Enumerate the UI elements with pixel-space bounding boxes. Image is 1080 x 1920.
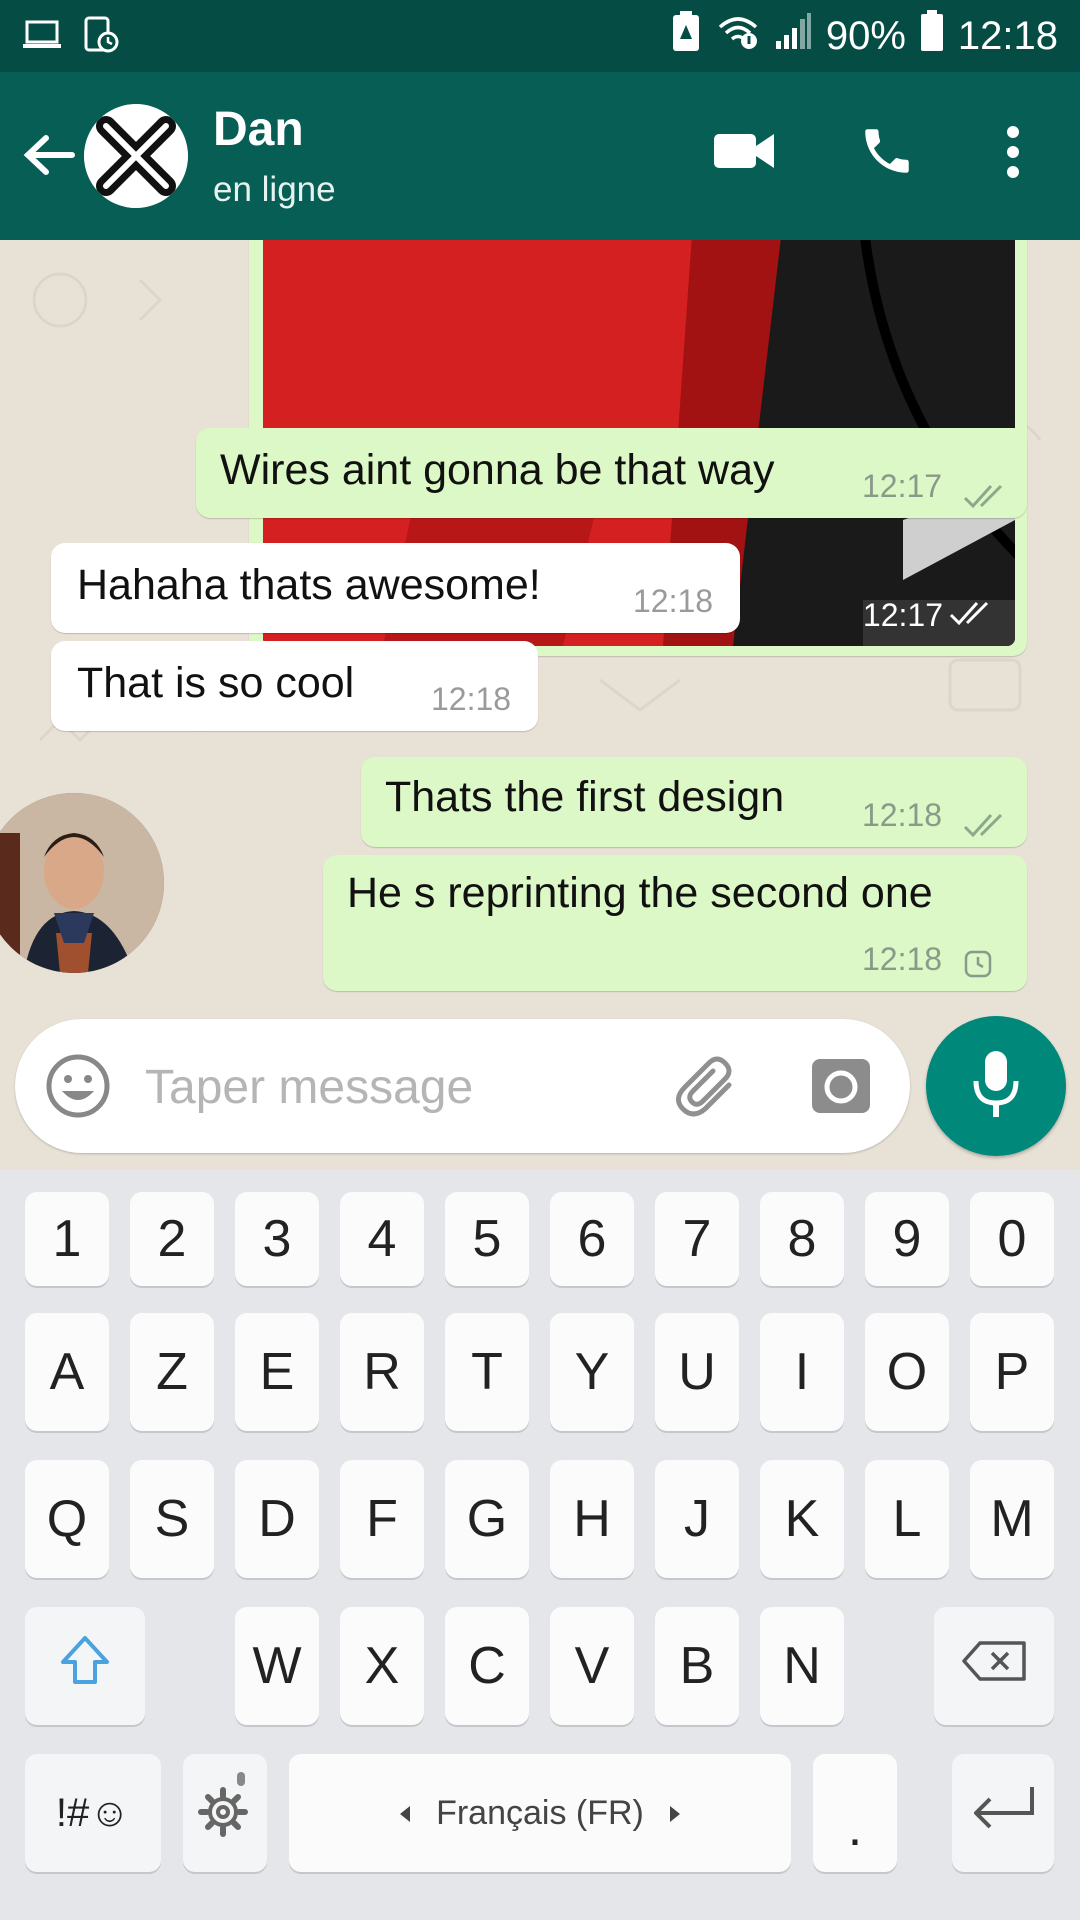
- chevron-left-icon: [398, 1794, 412, 1833]
- key-j[interactable]: J: [655, 1460, 739, 1578]
- key-e[interactable]: E: [235, 1313, 319, 1431]
- settings-key[interactable]: [183, 1754, 267, 1872]
- message-time: 12:17: [862, 468, 943, 504]
- message-text: That is so cool: [77, 659, 355, 707]
- message-time: 12:18: [431, 681, 512, 717]
- enter-key[interactable]: [952, 1754, 1054, 1872]
- key-i[interactable]: I: [760, 1313, 844, 1431]
- message-bubble-incoming[interactable]: Hahaha thats awesome! 12:18: [51, 543, 740, 633]
- period-key[interactable]: .: [813, 1754, 897, 1872]
- key-c[interactable]: C: [445, 1607, 529, 1725]
- key-1[interactable]: 1: [25, 1192, 109, 1286]
- contact-name[interactable]: Dan: [213, 102, 304, 157]
- status-bar: 90% 12:18: [0, 0, 1080, 72]
- message-bubble-outgoing[interactable]: Wires aint gonna be that way 12:17: [196, 428, 1027, 518]
- symbols-key[interactable]: !#☺: [25, 1754, 161, 1872]
- key-n[interactable]: N: [760, 1607, 844, 1725]
- key-z[interactable]: Z: [130, 1313, 214, 1431]
- battery-icon: [920, 10, 944, 62]
- key-a[interactable]: A: [25, 1313, 109, 1431]
- message-bubble-incoming[interactable]: That is so cool 12:18: [51, 641, 538, 731]
- key-9[interactable]: 9: [865, 1192, 949, 1286]
- laptop-icon: [22, 14, 62, 59]
- emoji-icon[interactable]: [45, 1053, 111, 1124]
- more-vert-icon[interactable]: [1002, 122, 1024, 187]
- message-bubble-outgoing[interactable]: He s reprinting the second one 12:18: [323, 855, 1027, 991]
- wifi-icon: [716, 11, 760, 61]
- mic-icon: [971, 1049, 1021, 1124]
- space-key[interactable]: Français (FR): [289, 1754, 791, 1872]
- key-r[interactable]: R: [340, 1313, 424, 1431]
- key-5[interactable]: 5: [445, 1192, 529, 1286]
- key-m[interactable]: M: [970, 1460, 1054, 1578]
- message-time: 12:18: [633, 583, 714, 619]
- message-input[interactable]: [143, 1049, 647, 1125]
- double-check-icon: [963, 472, 1011, 521]
- phone-icon[interactable]: [858, 122, 916, 185]
- key-l[interactable]: L: [865, 1460, 949, 1578]
- return-icon: [968, 1783, 1038, 1844]
- double-check-icon: [949, 599, 997, 632]
- message-text: Wires aint gonna be that way: [220, 446, 775, 494]
- message-time: 12:18: [862, 941, 943, 977]
- key-2[interactable]: 2: [130, 1192, 214, 1286]
- message-time: 12:18: [862, 797, 943, 833]
- message-text: Hahaha thats awesome!: [77, 561, 541, 609]
- chevron-right-icon: [668, 1794, 682, 1833]
- key-8[interactable]: 8: [760, 1192, 844, 1286]
- period-label: .: [847, 1799, 863, 1857]
- backspace-icon: [960, 1636, 1028, 1696]
- key-6[interactable]: 6: [550, 1192, 634, 1286]
- battery-percent: 90%: [825, 13, 906, 58]
- key-g[interactable]: G: [445, 1460, 529, 1578]
- key-w[interactable]: W: [235, 1607, 319, 1725]
- message-text: Thats the first design: [385, 773, 785, 821]
- video-call-icon[interactable]: [712, 124, 776, 181]
- language-label: Français (FR): [436, 1793, 644, 1832]
- key-t[interactable]: T: [445, 1313, 529, 1431]
- gear-icon: [195, 1771, 255, 1855]
- shift-arrow-icon: [57, 1632, 113, 1701]
- contact-avatar[interactable]: [84, 104, 188, 208]
- signal-icon: [774, 11, 812, 61]
- key-v[interactable]: V: [550, 1607, 634, 1725]
- message-bubble-outgoing[interactable]: Thats the first design 12:18: [361, 757, 1027, 847]
- clock-pending-icon: [963, 941, 993, 990]
- key-4[interactable]: 4: [340, 1192, 424, 1286]
- key-b[interactable]: B: [655, 1607, 739, 1725]
- key-h[interactable]: H: [550, 1460, 634, 1578]
- backspace-key[interactable]: [934, 1607, 1054, 1725]
- key-x[interactable]: X: [340, 1607, 424, 1725]
- key-u[interactable]: U: [655, 1313, 739, 1431]
- key-k[interactable]: K: [760, 1460, 844, 1578]
- key-y[interactable]: Y: [550, 1313, 634, 1431]
- key-7[interactable]: 7: [655, 1192, 739, 1286]
- key-o[interactable]: O: [865, 1313, 949, 1431]
- message-text: He s reprinting the second one: [347, 869, 933, 917]
- camera-icon[interactable]: [810, 1057, 872, 1120]
- key-d[interactable]: D: [235, 1460, 319, 1578]
- mic-button[interactable]: [926, 1016, 1066, 1156]
- contact-status: en ligne: [213, 170, 336, 209]
- keyboard: 1 2 3 4 5 6 7 8 9 0 A Z E R T Y U I O P …: [0, 1170, 1080, 1920]
- message-composer: [15, 1019, 910, 1153]
- chat-header: Dan en ligne: [0, 72, 1080, 240]
- attach-icon[interactable]: [675, 1055, 741, 1122]
- battery-saver-icon: [670, 9, 702, 63]
- back-arrow-icon[interactable]: [22, 130, 76, 185]
- key-s[interactable]: S: [130, 1460, 214, 1578]
- screenshot-icon: [80, 14, 120, 59]
- shift-key[interactable]: [25, 1607, 145, 1725]
- key-0[interactable]: 0: [970, 1192, 1054, 1286]
- key-p[interactable]: P: [970, 1313, 1054, 1431]
- key-f[interactable]: F: [340, 1460, 424, 1578]
- double-check-icon: [963, 801, 1011, 850]
- key-3[interactable]: 3: [235, 1192, 319, 1286]
- key-q[interactable]: Q: [25, 1460, 109, 1578]
- message-time: 12:17: [862, 597, 943, 633]
- clock: 12:18: [957, 13, 1058, 58]
